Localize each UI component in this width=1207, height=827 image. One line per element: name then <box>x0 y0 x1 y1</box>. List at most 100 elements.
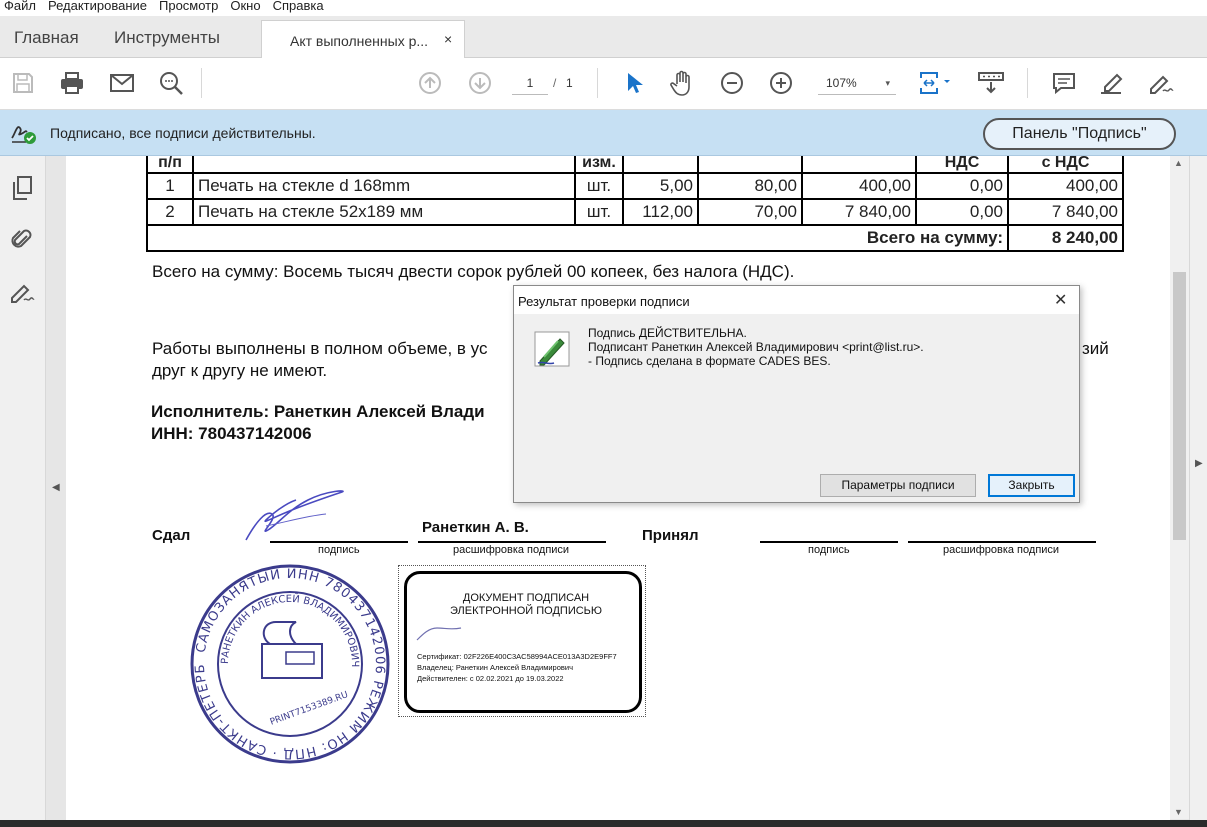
menu-edit[interactable]: Редактирование <box>44 0 155 16</box>
signature-params-button[interactable]: Параметры подписи <box>820 474 976 497</box>
right-pane-collapsed: ▶ <box>1189 156 1207 827</box>
tab-home[interactable]: Главная <box>14 28 79 48</box>
table-cell: 400,00 <box>801 172 917 200</box>
dialog-close-button[interactable]: Закрыть <box>988 474 1075 497</box>
table-cell: 0,00 <box>915 172 1009 200</box>
scrollbar-thumb[interactable] <box>1173 272 1186 540</box>
signatures-panel-icon[interactable] <box>8 278 36 306</box>
email-icon[interactable] <box>108 69 136 97</box>
handed-label: Сдал <box>152 527 191 544</box>
esign-validity: Действителен: с 02.02.2021 до 19.03.2022 <box>417 674 564 683</box>
dialog-titlebar: Результат проверки подписи ✕ <box>514 286 1079 314</box>
signature-panel-button[interactable]: Панель "Подпись" <box>983 118 1176 150</box>
attachment-icon[interactable] <box>8 226 36 254</box>
expand-right-pane-icon[interactable]: ▶ <box>1195 458 1203 469</box>
invoice-table: п/п изм. НДС с НДС 1 Печать на стекле d … <box>146 156 1124 252</box>
table-cell: 1 <box>146 172 194 200</box>
company-stamp: САМОЗАНЯТЫЙ ИНН 780437142006 РЕЖИМ НО: Н… <box>190 558 390 764</box>
table-header-cell <box>801 156 917 174</box>
esign-title-line2: ЭЛЕКТРОННОЙ ПОДПИСЬЮ <box>449 605 603 617</box>
print-icon[interactable] <box>58 69 86 97</box>
highlight-icon[interactable] <box>1098 69 1126 97</box>
table-header-cell: п/п <box>146 156 194 174</box>
esign-title-line1: ДОКУМЕНТ ПОДПИСАН <box>462 592 590 604</box>
signature-validation-dialog: Результат проверки подписи ✕ Подпись ДЕЙ… <box>513 285 1080 503</box>
zoom-select[interactable]: 107% ▾ <box>818 71 896 95</box>
table-header-cell <box>622 156 699 174</box>
sign-icon[interactable] <box>1147 69 1175 97</box>
electronic-signature-frame: ДОКУМЕНТ ПОДПИСАН ЭЛЕКТРОННОЙ ПОДПИСЬЮ С… <box>404 571 642 713</box>
works-text-line1: Работы выполнены в полном объеме, в ус <box>152 339 488 358</box>
page-total: 1 <box>566 76 573 90</box>
valid-signature-icon <box>534 331 570 367</box>
table-cell: шт. <box>574 172 624 200</box>
signature-caption: подпись <box>318 544 360 556</box>
works-text-line2: друг к другу не имеют. <box>152 361 328 380</box>
tab-document[interactable]: Акт выполненных р... × <box>261 20 465 58</box>
collapse-left-pane-icon[interactable]: ◀ <box>52 482 60 493</box>
menu-window[interactable]: Окно <box>226 0 268 16</box>
comment-icon[interactable] <box>1050 69 1078 97</box>
table-header-cell <box>697 156 803 174</box>
save-icon[interactable] <box>9 69 37 97</box>
fit-page-icon[interactable] <box>914 69 954 97</box>
signature-line <box>760 541 898 543</box>
decode-caption: расшифровка подписи <box>943 544 1060 556</box>
toolbar-separator <box>201 68 202 98</box>
tab-tools[interactable]: Инструменты <box>114 28 220 48</box>
table-cell: 7 840,00 <box>801 198 917 226</box>
table-row: 1 Печать на стекле d 168mm шт. 5,00 80,0… <box>146 172 1124 200</box>
menu-file[interactable]: Файл <box>0 0 44 16</box>
tab-document-label: Акт выполненных р... <box>290 33 429 49</box>
handwritten-signature <box>245 490 344 541</box>
scroll-up-icon[interactable]: ▲ <box>1174 158 1183 168</box>
dialog-title: Результат проверки подписи <box>518 294 690 309</box>
left-navigation-pane <box>0 156 46 827</box>
table-cell: Печать на стекле 52x189 мм <box>192 198 576 226</box>
table-total-label: Всего на сумму: <box>146 224 1009 252</box>
signature-status-text: Подписано, все подписи действительны. <box>50 125 316 141</box>
tab-bar: Главная Инструменты Акт выполненных р...… <box>0 16 1207 58</box>
esign-certificate: Сертификат: 02F226E400C3AC58994ACE013A3D… <box>417 652 617 661</box>
menu-view[interactable]: Просмотр <box>155 0 226 16</box>
table-cell: 112,00 <box>622 198 699 226</box>
tab-close-icon[interactable]: × <box>444 31 452 47</box>
dialog-close-icon[interactable]: ✕ <box>1054 290 1067 310</box>
table-cell: 7 840,00 <box>1007 198 1124 226</box>
zoom-out-icon[interactable] <box>718 69 746 97</box>
table-row: 2 Печать на стекле 52x189 мм шт. 112,00 … <box>146 198 1124 226</box>
signature-line <box>270 541 408 543</box>
zoom-in-icon[interactable] <box>767 69 795 97</box>
table-header-cell: НДС <box>915 156 1009 174</box>
chevron-down-icon: ▾ <box>885 78 890 88</box>
zoom-value: 107% <box>826 76 857 90</box>
signature-status-bar: Подписано, все подписи действительны. Па… <box>0 110 1207 156</box>
esign-signature-image <box>416 627 462 641</box>
toolbar-separator <box>597 68 598 98</box>
decode-caption: расшифровка подписи <box>453 544 570 556</box>
page-number-input[interactable]: 1 <box>512 71 548 95</box>
toolbar-separator <box>1027 68 1028 98</box>
menu-bar: Файл Редактирование Просмотр Окно Справк… <box>0 0 1207 16</box>
table-header-cell: с НДС <box>1007 156 1124 174</box>
vertical-scrollbar[interactable]: ▲ ▼ <box>1170 156 1189 819</box>
search-icon[interactable] <box>157 69 185 97</box>
table-header-cell <box>192 156 576 174</box>
table-cell: Печать на стекле d 168mm <box>192 172 576 200</box>
signature-caption: подпись <box>808 544 850 556</box>
page-separator: / <box>553 76 557 90</box>
scroll-down-icon[interactable]: ▼ <box>1174 807 1183 817</box>
total-in-words: Всего на сумму: Восемь тысяч двести соро… <box>152 262 795 281</box>
page-down-icon[interactable] <box>466 69 494 97</box>
page-up-icon[interactable] <box>416 69 444 97</box>
table-cell: 0,00 <box>915 198 1009 226</box>
toolbar: 1 / 1 107% ▾ <box>0 58 1207 110</box>
pages-icon[interactable] <box>8 174 36 202</box>
select-arrow-icon[interactable] <box>620 69 648 97</box>
menu-help[interactable]: Справка <box>269 0 332 16</box>
svg-text:PRINT7153389.RU: PRINT7153389.RU <box>269 690 350 728</box>
scroll-mode-icon[interactable] <box>977 69 1005 97</box>
hand-icon[interactable] <box>668 69 696 97</box>
table-cell: 80,00 <box>697 172 803 200</box>
handed-name: Ранеткин А. В. <box>422 519 529 536</box>
